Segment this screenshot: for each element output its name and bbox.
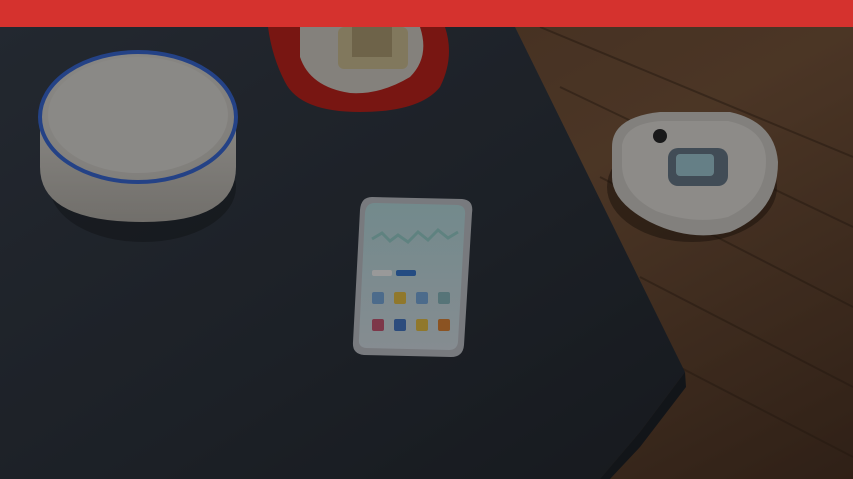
image-dim-overlay — [0, 27, 853, 479]
smart-home-hero-image — [0, 27, 853, 479]
hero-banner — [0, 0, 853, 479]
top-accent-bar — [0, 0, 853, 27]
